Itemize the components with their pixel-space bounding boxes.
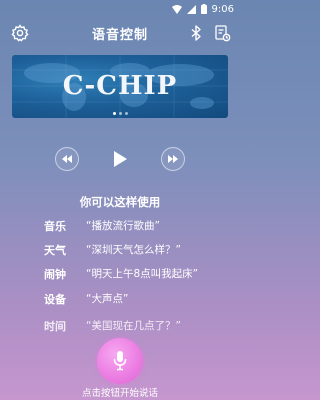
command-category: 闹钟 — [44, 268, 66, 281]
clipboard-icon — [215, 25, 231, 42]
command-category: 设备 — [44, 293, 66, 306]
app-bar: 语音控制 — [0, 18, 240, 48]
cellular-signal-icon — [186, 4, 196, 14]
command-example: “大声点” — [86, 293, 129, 305]
wifi-icon — [171, 4, 182, 14]
microphone-hint: 点击按钮开始说话 — [81, 388, 158, 399]
command-category: 天气 — [44, 244, 66, 257]
bluetooth-button[interactable] — [186, 23, 206, 43]
carousel-dot — [118, 112, 122, 115]
fast-forward-icon — [168, 155, 178, 163]
banner-carousel[interactable]: C-CHIP — [12, 55, 228, 118]
microphone-button[interactable] — [97, 338, 143, 384]
banner-title: C-CHIP — [62, 71, 178, 101]
play-icon — [114, 151, 127, 167]
rewind-button[interactable] — [55, 147, 79, 171]
carousel-dot — [124, 112, 128, 115]
command-example: “美国现在几点了？” — [86, 320, 181, 332]
clock-time: 9:06 — [211, 3, 234, 15]
command-example: “深圳天气怎么样？” — [86, 244, 181, 256]
rewind-icon — [62, 155, 72, 163]
battery-icon — [200, 4, 207, 14]
microphone-icon — [113, 351, 127, 371]
bluetooth-icon — [191, 25, 201, 41]
fast-forward-button[interactable] — [161, 147, 185, 171]
command-example: “明天上午8点叫我起床” — [86, 268, 199, 280]
status-bar: 9:06 — [0, 0, 240, 18]
command-category: 时间 — [44, 320, 66, 333]
records-button[interactable] — [212, 23, 232, 43]
usage-heading: 你可以这样使用 — [79, 195, 161, 209]
carousel-dot — [112, 112, 116, 115]
carousel-indicator — [12, 112, 228, 115]
command-example: “播放流行歌曲” — [86, 220, 160, 232]
play-button[interactable] — [106, 145, 134, 173]
command-category: 音乐 — [44, 220, 66, 233]
